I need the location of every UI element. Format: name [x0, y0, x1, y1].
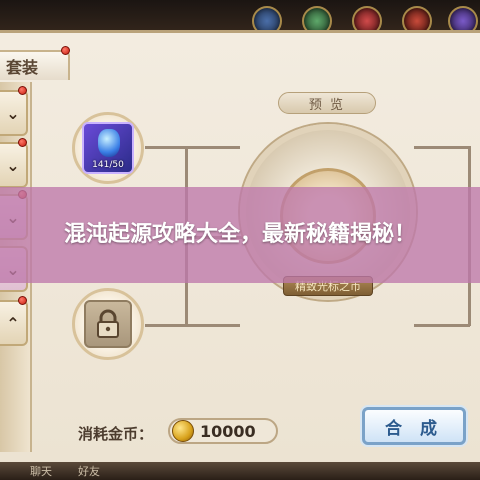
set-list-item[interactable]: ⌃: [0, 300, 28, 346]
title-overlay: 混沌起源攻略大全，最新秘籍揭秘！: [0, 187, 480, 283]
notification-dot: [18, 86, 27, 95]
coin-icon: [172, 420, 194, 442]
preview-label: 预 览: [308, 97, 346, 113]
notification-dot: [61, 46, 70, 55]
compose-button[interactable]: 合 成: [362, 407, 466, 445]
preview-banner: 预 览: [278, 92, 376, 114]
connector-line: [145, 146, 240, 149]
cost-label: 消耗金币：: [78, 425, 154, 443]
tab-set[interactable]: 套装: [0, 50, 70, 80]
tab-set-label: 套装: [6, 58, 39, 77]
set-list-item[interactable]: ⌄: [0, 142, 28, 188]
cost-display: 10000: [168, 418, 278, 444]
lock-icon: [84, 300, 132, 348]
lock-glyph: [97, 309, 119, 338]
overlay-title: 混沌起源攻略大全，最新秘籍揭秘！: [63, 222, 416, 247]
chevron-up-icon: ⌃: [6, 313, 20, 333]
cost-value: 10000: [200, 421, 256, 441]
connector-line: [414, 146, 470, 149]
bottom-chat-bar: 聊天 好友: [0, 462, 480, 480]
chevron-down-icon: ⌄: [6, 155, 20, 175]
bottom-bar-item[interactable]: 好友: [78, 463, 100, 479]
connector-line: [145, 324, 240, 327]
notification-dot: [18, 296, 27, 305]
compose-button-label: 合 成: [385, 418, 443, 439]
gem-crystal: [98, 129, 120, 157]
set-list-item[interactable]: ⌄: [0, 90, 28, 136]
gem-icon: 141/50: [82, 122, 134, 174]
notification-dot: [18, 138, 27, 147]
connector-line: [414, 324, 470, 327]
gem-count: 141/50: [92, 160, 124, 170]
material-slot-locked[interactable]: [72, 288, 144, 360]
bottom-bar-item[interactable]: 聊天: [30, 463, 52, 479]
chevron-down-icon: ⌄: [6, 103, 20, 123]
material-slot-gem[interactable]: 141/50: [72, 112, 144, 184]
